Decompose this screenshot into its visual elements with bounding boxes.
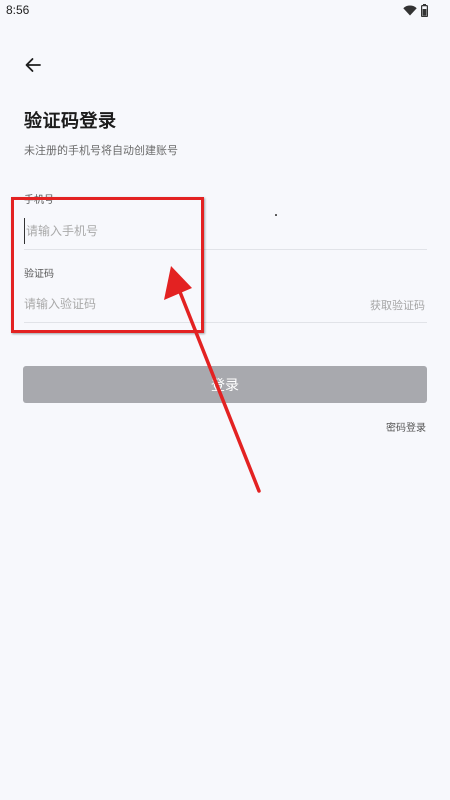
page-subtitle: 未注册的手机号将自动创建账号	[24, 144, 178, 157]
battery-icon	[421, 3, 428, 17]
code-input[interactable]	[24, 291, 427, 317]
status-bar: 8:56	[0, 0, 450, 22]
code-label: 验证码	[24, 269, 54, 280]
password-login-link[interactable]: 密码登录	[386, 419, 426, 434]
status-icons	[403, 3, 428, 17]
phone-divider	[24, 249, 427, 250]
speck	[275, 214, 277, 216]
status-time: 8:56	[6, 3, 30, 17]
page-title: 验证码登录	[24, 111, 117, 132]
login-button[interactable]: 登录	[23, 366, 427, 403]
phone-label: 手机号	[24, 195, 54, 206]
phone-input[interactable]	[24, 218, 427, 244]
back-button[interactable]	[22, 56, 44, 78]
code-divider	[24, 322, 427, 323]
get-code-button[interactable]: 获取验证码	[370, 297, 425, 313]
wifi-icon	[403, 4, 417, 16]
arrow-left-icon	[24, 57, 42, 77]
